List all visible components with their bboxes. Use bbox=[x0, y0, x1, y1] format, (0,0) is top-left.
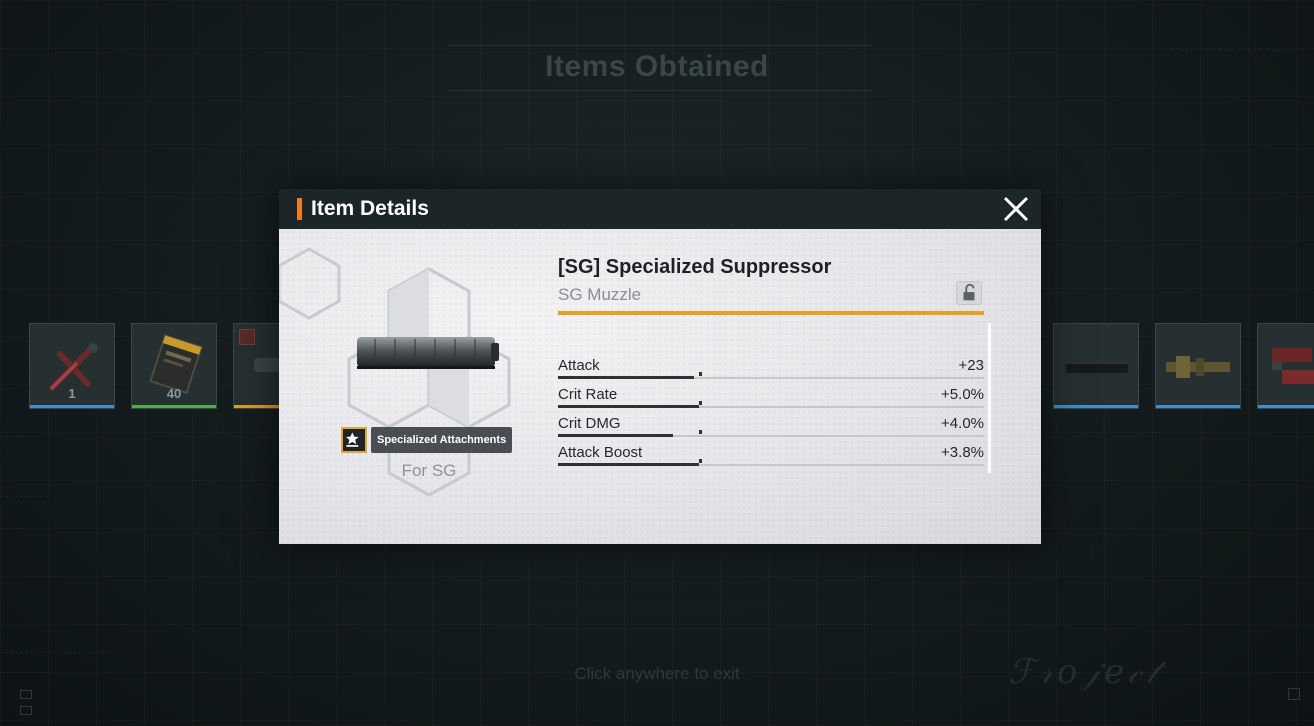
stat-label: Crit Rate bbox=[558, 386, 618, 403]
barrel-icon bbox=[1066, 361, 1128, 373]
suppressor-icon bbox=[357, 337, 499, 369]
unlock-icon[interactable] bbox=[956, 281, 982, 305]
stat-bar-marker bbox=[699, 430, 702, 434]
header-divider-top bbox=[448, 45, 872, 46]
item-name: [SG] Specialized Suppressor bbox=[558, 256, 832, 278]
rarity-bar bbox=[1156, 405, 1240, 408]
star-badge-icon bbox=[341, 427, 367, 453]
stat-bar-fill bbox=[558, 376, 694, 379]
stat-value: +4.0% bbox=[941, 415, 984, 432]
scrollbar-thumb[interactable] bbox=[988, 323, 991, 473]
stat-value: +23 bbox=[958, 357, 984, 374]
deco-text: ·· ·· bbox=[0, 432, 25, 441]
rarity-bar bbox=[132, 405, 216, 408]
title-accent-bar bbox=[297, 198, 302, 220]
item-slot[interactable]: 40 bbox=[131, 323, 217, 409]
item-type: SG Muzzle bbox=[558, 285, 642, 304]
deco-text: · ···· ······ ····· ······ · bbox=[1170, 46, 1305, 55]
stat-label: Attack Boost bbox=[558, 444, 643, 461]
type-underline bbox=[558, 311, 984, 315]
hexagon-pattern-icon bbox=[279, 247, 511, 497]
stat-bar-fill bbox=[558, 405, 699, 408]
item-slot[interactable] bbox=[1257, 323, 1314, 409]
stat-row: Crit Rate +5.0% bbox=[558, 386, 984, 408]
modal-body: Specialized Attachments For SG [SG] Spec… bbox=[279, 229, 1041, 544]
rarity-bar bbox=[30, 405, 114, 408]
item-slot[interactable] bbox=[1053, 323, 1139, 409]
item-slot[interactable] bbox=[1155, 323, 1241, 409]
muzzle-brake-icon bbox=[1166, 356, 1230, 378]
screen-title: Items Obtained bbox=[545, 50, 769, 83]
item-quantity: 1 bbox=[68, 386, 76, 401]
item-quantity: 40 bbox=[166, 386, 182, 401]
close-icon[interactable] bbox=[1001, 194, 1031, 224]
stat-label: Attack bbox=[558, 357, 600, 374]
item-slot[interactable]: 1 bbox=[29, 323, 115, 409]
corner-icon bbox=[1288, 688, 1300, 700]
stat-bar-fill bbox=[558, 434, 673, 437]
stat-row: Attack Boost +3.8% bbox=[558, 444, 984, 466]
item-details-modal: Item Details Specialized Attachments For… bbox=[279, 189, 1041, 544]
modal-header: Item Details bbox=[279, 189, 1041, 229]
rarity-bar bbox=[1258, 405, 1314, 408]
stat-value: +3.8% bbox=[941, 444, 984, 461]
modal-title: Item Details bbox=[311, 197, 429, 220]
stat-row: Crit DMG +4.0% bbox=[558, 415, 984, 437]
stat-bar-marker bbox=[699, 372, 702, 376]
stat-bar-marker bbox=[699, 401, 702, 405]
exit-hint[interactable]: Click anywhere to exit bbox=[0, 664, 1314, 684]
red-part-icon bbox=[1272, 348, 1314, 384]
deco-text: ········ ········ ····· bbox=[0, 648, 111, 657]
stat-label: Crit DMG bbox=[558, 415, 621, 432]
stat-row: Attack +23 bbox=[558, 357, 984, 379]
compatibility-label: For SG bbox=[401, 461, 457, 480]
stat-bar-marker bbox=[699, 459, 702, 463]
menu-icon bbox=[20, 706, 32, 715]
deco-text: ··· ····· bbox=[0, 492, 44, 501]
rarity-bar bbox=[1054, 405, 1138, 408]
stat-value: +5.0% bbox=[941, 386, 984, 403]
specialized-attachments-tag: Specialized Attachments bbox=[371, 427, 513, 453]
menu-icon bbox=[20, 690, 32, 699]
stat-bar-fill bbox=[558, 463, 699, 466]
header-divider-bottom bbox=[448, 90, 872, 91]
